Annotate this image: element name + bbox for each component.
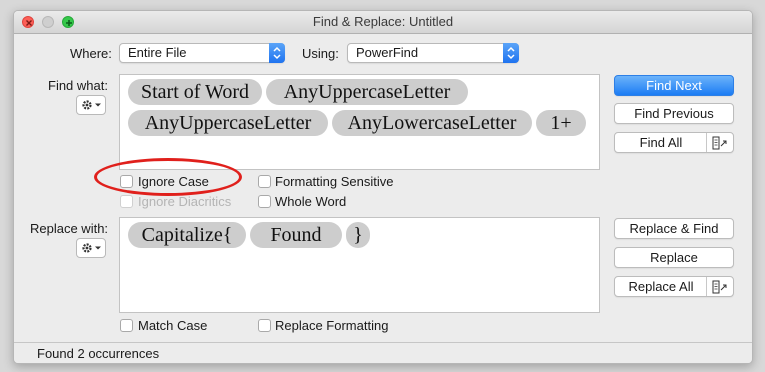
token-one-or-more[interactable]: 1+ bbox=[536, 110, 586, 136]
find-options-menu[interactable] bbox=[76, 95, 106, 115]
title-bar: Find & Replace: Untitled bbox=[14, 11, 752, 34]
window-title: Find & Replace: Untitled bbox=[312, 14, 454, 29]
find-next-button[interactable]: Find Next bbox=[614, 75, 734, 96]
button-divider bbox=[706, 133, 707, 152]
token-any-uppercase-letter[interactable]: AnyUppercaseLetter bbox=[266, 79, 468, 105]
replace-formatting-label: Replace Formatting bbox=[275, 318, 389, 333]
status-text: Found 2 occurrences bbox=[37, 346, 160, 361]
where-value: Entire File bbox=[128, 45, 187, 60]
zoom-window-button[interactable] bbox=[62, 16, 74, 28]
replace-field[interactable]: Capitalize{ Found } bbox=[119, 217, 600, 313]
ignore-case-highlight-annotation bbox=[94, 158, 242, 196]
replace-all-label: Replace All bbox=[628, 279, 694, 294]
find-all-button[interactable]: Find All bbox=[614, 132, 734, 153]
formatting-sensitive-label: Formatting Sensitive bbox=[275, 174, 394, 189]
find-what-label: Find what: bbox=[48, 78, 108, 93]
using-value: PowerFind bbox=[356, 45, 419, 60]
find-replace-window: Find & Replace: Untitled Where: Entire F… bbox=[13, 10, 753, 364]
token-capitalize-open[interactable]: Capitalize{ bbox=[128, 222, 246, 248]
chevron-updown-icon bbox=[503, 43, 519, 63]
chevron-updown-icon bbox=[269, 43, 285, 63]
token-capitalize-close[interactable]: } bbox=[346, 222, 370, 248]
close-window-button[interactable] bbox=[22, 16, 34, 28]
ignore-diacritics-checkbox[interactable] bbox=[120, 195, 133, 208]
minimize-window-button[interactable] bbox=[42, 16, 54, 28]
open-results-window-icon[interactable] bbox=[712, 280, 728, 294]
button-divider bbox=[706, 277, 707, 296]
replace-and-find-button[interactable]: Replace & Find bbox=[614, 218, 734, 239]
ignore-diacritics-label: Ignore Diacritics bbox=[138, 194, 232, 209]
using-label: Using: bbox=[302, 46, 339, 61]
token-any-uppercase-letter[interactable]: AnyUppercaseLetter bbox=[128, 110, 328, 136]
find-previous-button[interactable]: Find Previous bbox=[614, 103, 734, 124]
close-icon bbox=[26, 20, 32, 26]
gear-icon bbox=[82, 243, 101, 253]
token-any-lowercase-letter[interactable]: AnyLowercaseLetter bbox=[332, 110, 532, 136]
replace-button[interactable]: Replace bbox=[614, 247, 734, 268]
token-found[interactable]: Found bbox=[250, 222, 342, 248]
match-case-label: Match Case bbox=[138, 318, 208, 333]
open-results-window-icon[interactable] bbox=[712, 136, 728, 150]
status-bar: Found 2 occurrences bbox=[14, 342, 752, 363]
where-popup[interactable]: Entire File bbox=[119, 43, 285, 63]
replace-all-button[interactable]: Replace All bbox=[614, 276, 734, 297]
find-field[interactable]: Start of Word AnyUppercaseLetter AnyUppe… bbox=[119, 74, 600, 170]
using-popup[interactable]: PowerFind bbox=[347, 43, 519, 63]
where-label: Where: bbox=[70, 46, 112, 61]
formatting-sensitive-checkbox[interactable] bbox=[258, 175, 271, 188]
match-case-checkbox[interactable] bbox=[120, 319, 133, 332]
find-all-label: Find All bbox=[639, 135, 683, 150]
zoom-plus-icon bbox=[66, 20, 72, 26]
replace-formatting-checkbox[interactable] bbox=[258, 319, 271, 332]
replace-options-menu[interactable] bbox=[76, 238, 106, 258]
replace-with-label: Replace with: bbox=[30, 221, 109, 236]
gear-icon bbox=[82, 100, 101, 110]
token-start-of-word[interactable]: Start of Word bbox=[128, 79, 262, 105]
whole-word-checkbox[interactable] bbox=[258, 195, 271, 208]
whole-word-label: Whole Word bbox=[275, 194, 347, 209]
